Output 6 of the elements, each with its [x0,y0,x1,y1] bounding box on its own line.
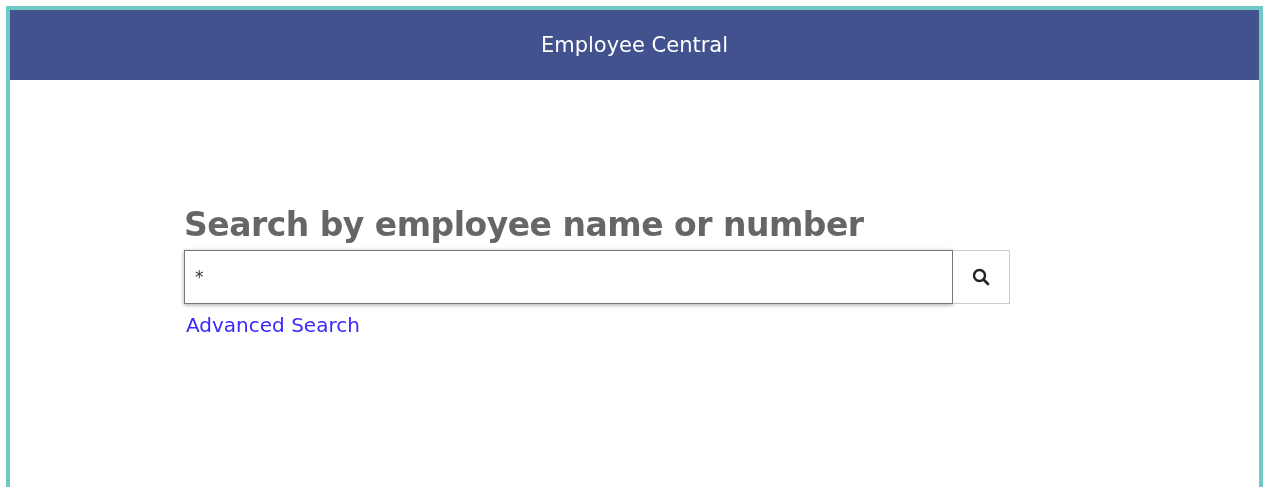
search-button[interactable] [953,250,1010,304]
search-icon [972,268,990,286]
advanced-search-link[interactable]: Advanced Search [186,313,360,337]
app-title: Employee Central [540,33,729,57]
search-heading: Search by employee name or number [184,205,865,244]
search-field[interactable]: * [184,250,953,304]
